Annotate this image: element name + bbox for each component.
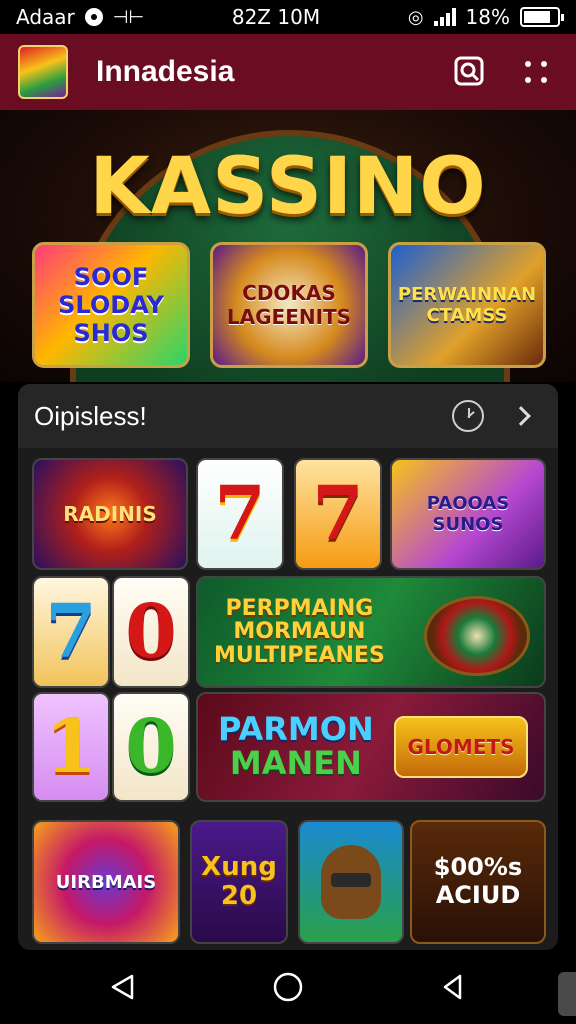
roulette-wheel-icon: [424, 596, 530, 676]
game-tile-zero-a[interactable]: 0: [112, 576, 190, 688]
recents-triangle-icon: [444, 974, 462, 1000]
game-tile-bear[interactable]: [298, 820, 404, 944]
game-tile-zero-b[interactable]: 0: [112, 692, 190, 802]
xung-text: Xung 20: [201, 853, 277, 910]
game-tile-parmon[interactable]: PARMON MANEN GLOMETS: [196, 692, 546, 802]
more-options-button[interactable]: [514, 50, 558, 94]
game-tile-pagoas[interactable]: PAOOAS SUNOS: [390, 458, 546, 570]
record-icon: [84, 8, 103, 26]
app-logo[interactable]: [18, 45, 68, 99]
nfc-icon: ⊣⊢: [112, 6, 145, 28]
permaing-line-3: MULTIPEANES: [214, 642, 385, 668]
battery-percent: 18%: [465, 5, 510, 29]
featured-game-card-3[interactable]: PERWAINNAN CTAMSS: [388, 242, 546, 368]
recents-button[interactable]: [428, 962, 478, 1012]
hero-banner[interactable]: KASSINO SOOF SLODAY SHOS CDOKAS LAGEENIT…: [0, 110, 576, 382]
home-circle-icon: [273, 972, 303, 1002]
games-panel: Oipisless! RADINIS 7 7 PAOOAS SUNOS 7 0 …: [18, 384, 558, 950]
xung-line-1: Xung: [201, 852, 277, 883]
back-triangle-icon: [111, 974, 133, 1000]
parmon-text: PARMON MANEN: [218, 713, 374, 780]
system-nav-bar: [0, 950, 576, 1024]
app-title: Innadesia: [96, 55, 235, 88]
game-tile-seven-c[interactable]: 7: [32, 576, 110, 688]
permaing-text: PERPMAING MORMAUN MULTIPEANES: [214, 597, 385, 666]
acud-line-2: ACIUD: [435, 881, 521, 909]
glomets-badge: GLOMETS: [394, 716, 528, 778]
game-tile-seven-b[interactable]: 7: [294, 458, 382, 570]
search-button[interactable]: [448, 50, 492, 94]
wifi-icon: ◎: [407, 6, 424, 28]
search-icon: [454, 56, 484, 86]
acud-line-1: $00%s: [433, 853, 523, 882]
game-tile-radiants[interactable]: RADINIS: [32, 458, 188, 570]
clock-icon[interactable]: [452, 400, 484, 432]
parmon-line-1: PARMON: [218, 710, 374, 749]
game-tile-uirbmais[interactable]: UIRBMAIS: [32, 820, 180, 944]
signal-icon: [433, 8, 456, 26]
hero-title: KASSINO: [89, 142, 487, 232]
permaing-line-2: MORMAUN: [233, 619, 366, 645]
bear-mascot-icon: [321, 845, 381, 919]
chevron-right-icon[interactable]: [511, 406, 531, 426]
game-tile-seven-a[interactable]: 7: [196, 458, 284, 570]
side-panel-handle[interactable]: [558, 972, 576, 1016]
status-bar: Adaar ⊣⊢ 82Z 10M ◎ 18%: [0, 0, 576, 34]
back-button[interactable]: [98, 962, 148, 1012]
featured-game-card-2[interactable]: CDOKAS LAGEENITS: [210, 242, 368, 368]
status-time: 82Z 10M: [231, 5, 321, 29]
permaing-line-1: PERPMAING: [225, 596, 374, 622]
home-button[interactable]: [263, 962, 313, 1012]
featured-game-card-1[interactable]: SOOF SLODAY SHOS: [32, 242, 190, 368]
game-tile-permaing[interactable]: PERPMAING MORMAUN MULTIPEANES: [196, 576, 546, 688]
parmon-line-2: MANEN: [229, 744, 362, 782]
status-left: Adaar ⊣⊢: [16, 5, 144, 29]
section-header: Oipisless!: [18, 384, 558, 448]
game-tile-xung[interactable]: Xung 20: [190, 820, 288, 944]
acud-text: $00%s ACIUD: [434, 854, 522, 909]
battery-icon: [519, 7, 564, 27]
game-tile-one[interactable]: 1: [32, 692, 110, 802]
app-bar: Innadesia: [0, 34, 576, 110]
more-vert-icon: [525, 61, 547, 83]
carrier-label: Adaar: [16, 5, 75, 29]
xung-line-2: 20: [220, 881, 258, 911]
section-title: Oipisless!: [34, 400, 147, 431]
status-right: ◎ 18%: [407, 5, 564, 29]
game-tile-acud[interactable]: $00%s ACIUD: [410, 820, 546, 944]
